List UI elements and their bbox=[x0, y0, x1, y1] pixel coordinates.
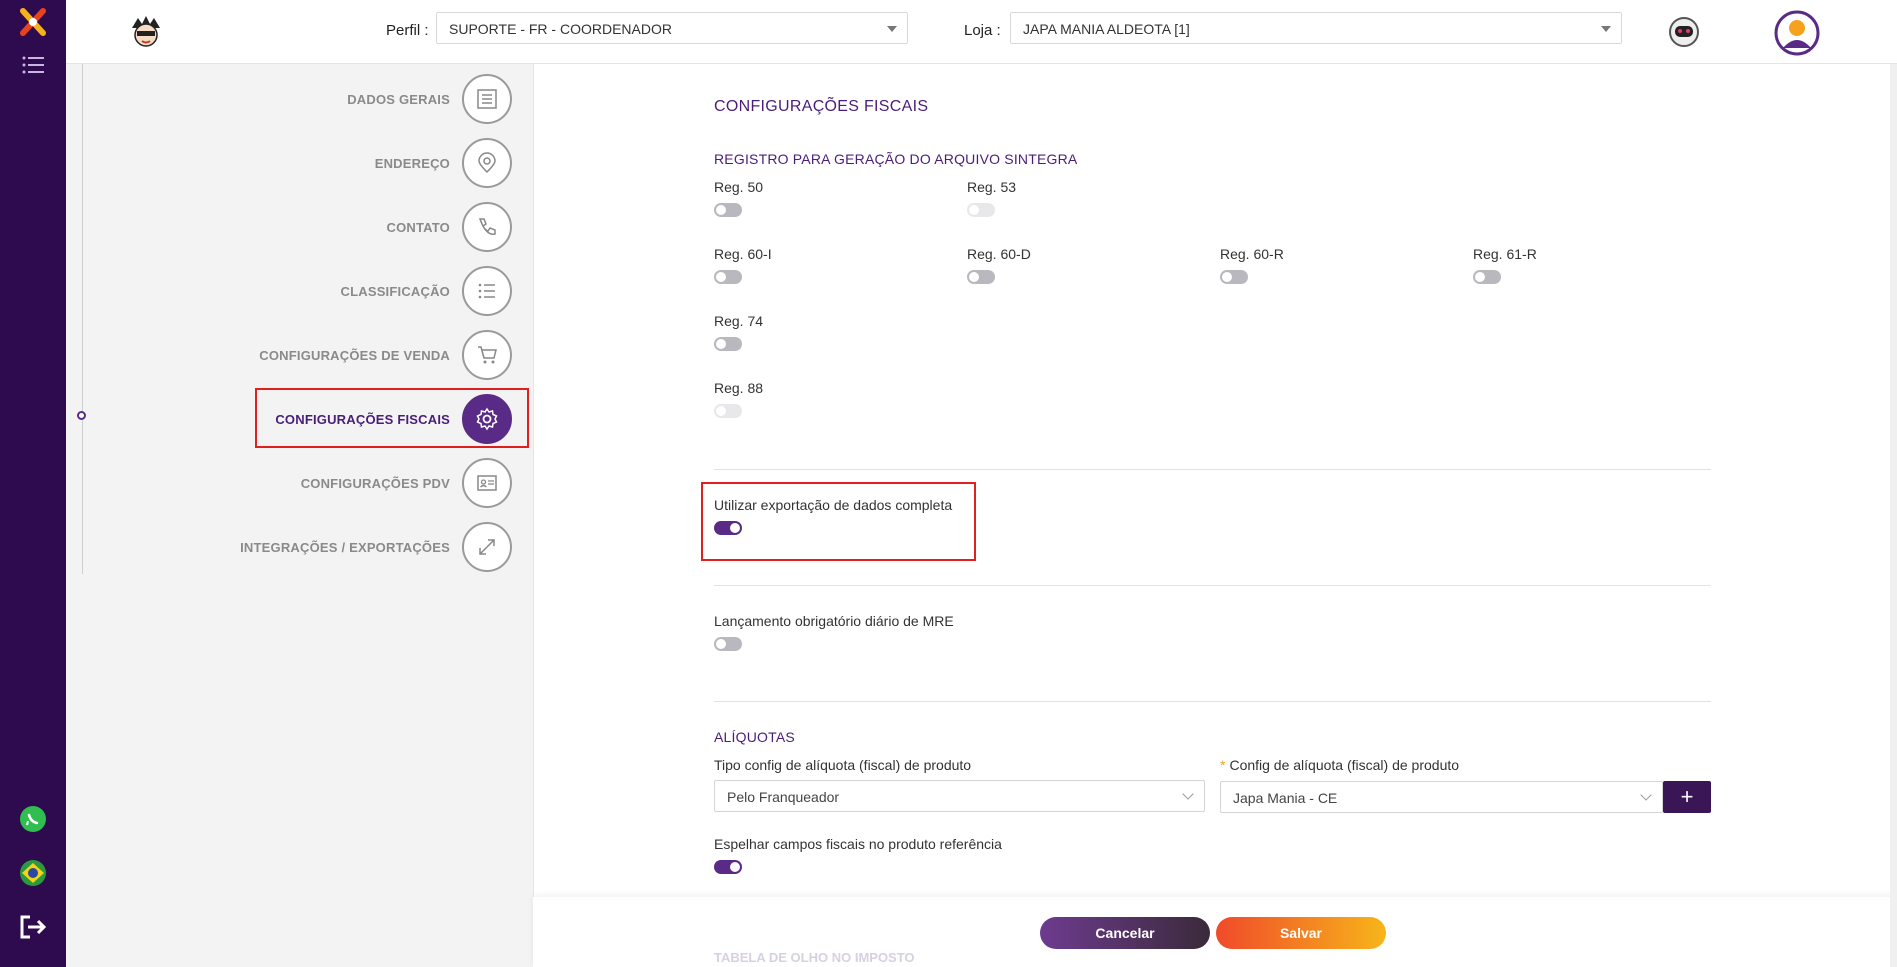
reg-60-i: Reg. 60-I bbox=[714, 246, 772, 289]
location-pin-icon bbox=[462, 138, 512, 188]
config-aliquota-value: Japa Mania - CE bbox=[1233, 790, 1338, 806]
config-aliquota-label-text: Config de alíquota (fiscal) de produto bbox=[1229, 757, 1460, 773]
espelhar-campos: Espelhar campos fiscais no produto refer… bbox=[714, 836, 1002, 879]
export-completa: Utilizar exportação de dados completa bbox=[714, 497, 952, 540]
mre-obrigatorio: Lançamento obrigatório diário de MRE bbox=[714, 613, 954, 656]
nav-item-dados-gerais[interactable]: DADOS GERAIS bbox=[347, 74, 512, 124]
nav-item-label: DADOS GERAIS bbox=[347, 91, 450, 107]
reg-61-r-toggle[interactable] bbox=[1473, 270, 1501, 284]
reg-50: Reg. 50 bbox=[714, 179, 763, 222]
mre-toggle[interactable] bbox=[714, 637, 742, 651]
reg-60-i-toggle[interactable] bbox=[714, 270, 742, 284]
phone-icon bbox=[462, 202, 512, 252]
user-avatar-icon[interactable] bbox=[1774, 10, 1820, 56]
export-completa-toggle[interactable] bbox=[714, 521, 742, 535]
reg-60-r-toggle[interactable] bbox=[1220, 270, 1248, 284]
reg-88-toggle[interactable] bbox=[714, 404, 742, 418]
aliquotas-title: ALÍQUOTAS bbox=[714, 729, 795, 745]
loja-label: Loja : bbox=[964, 22, 1001, 39]
nav-item-label: CLASSIFICAÇÃO bbox=[340, 283, 450, 299]
nav-timeline bbox=[82, 64, 83, 574]
required-marker: * bbox=[1220, 757, 1226, 773]
reg-74: Reg. 74 bbox=[714, 313, 763, 356]
nav-item-configuracoes-venda[interactable]: CONFIGURAÇÕES DE VENDA bbox=[259, 330, 512, 380]
perfil-value: SUPORTE - FR - COORDENADOR bbox=[449, 21, 672, 37]
config-aliquota-label: * Config de alíquota (fiscal) de produto bbox=[1220, 757, 1459, 773]
nav-item-label: CONFIGURAÇÕES DE VENDA bbox=[259, 347, 450, 363]
nav-item-integracoes-exportacoes[interactable]: INTEGRAÇÕES / EXPORTAÇÕES bbox=[240, 522, 512, 572]
menu-list-icon[interactable] bbox=[0, 50, 66, 80]
tipo-config-label: Tipo config de alíquota (fiscal) de prod… bbox=[714, 757, 972, 773]
scrollbar[interactable] bbox=[1890, 64, 1897, 967]
mascot-logo-icon bbox=[128, 14, 164, 50]
app-logo-icon[interactable] bbox=[0, 6, 66, 40]
chevron-down-icon bbox=[1601, 26, 1611, 32]
chevron-down-icon bbox=[1182, 788, 1194, 800]
nav-item-label: CONFIGURAÇÕES PDV bbox=[300, 475, 450, 491]
timeline-marker bbox=[77, 411, 86, 420]
sintegra-title: REGISTRO PARA GERAÇÃO DO ARQUIVO SINTEGR… bbox=[714, 151, 1078, 167]
perfil-select[interactable]: SUPORTE - FR - COORDENADOR bbox=[436, 12, 908, 44]
list-icon bbox=[462, 74, 512, 124]
id-card-icon bbox=[462, 458, 512, 508]
add-aliquota-button[interactable]: + bbox=[1663, 781, 1711, 813]
espelhar-label: Espelhar campos fiscais no produto refer… bbox=[714, 836, 1002, 852]
chevron-down-icon bbox=[1640, 789, 1652, 801]
reg-53: Reg. 53 bbox=[967, 179, 1016, 222]
chevron-down-icon bbox=[887, 26, 897, 32]
reg-label: Reg. 60-I bbox=[714, 246, 772, 262]
reg-label: Reg. 74 bbox=[714, 313, 764, 329]
astronaut-icon[interactable] bbox=[1666, 14, 1702, 50]
config-aliquota-select[interactable]: Japa Mania - CE bbox=[1220, 781, 1663, 813]
reg-74-toggle[interactable] bbox=[714, 337, 742, 351]
reg-label: Reg. 50 bbox=[714, 179, 764, 195]
divider bbox=[714, 469, 1711, 470]
nav-item-configuracoes-pdv[interactable]: CONFIGURAÇÕES PDV bbox=[301, 458, 512, 508]
reg-60-d: Reg. 60-D bbox=[967, 246, 1031, 289]
tipo-config-value: Pelo Franqueador bbox=[727, 789, 840, 805]
loja-value: JAPA MANIA ALDEOTA [1] bbox=[1023, 21, 1190, 37]
bullet-list-icon bbox=[462, 266, 512, 316]
cancel-button[interactable]: Cancelar bbox=[1040, 917, 1210, 949]
expand-icon bbox=[462, 522, 512, 572]
left-rail bbox=[0, 0, 66, 967]
mre-label: Lançamento obrigatório diário de MRE bbox=[714, 613, 954, 629]
nav-item-classificacao[interactable]: CLASSIFICAÇÃO bbox=[340, 266, 512, 316]
highlight-box-nav bbox=[255, 388, 529, 448]
divider bbox=[714, 585, 1711, 586]
section-nav: DADOS GERAIS ENDEREÇO CONTATO CLASSIFICA… bbox=[66, 64, 533, 967]
reg-60-r: Reg. 60-R bbox=[1220, 246, 1284, 289]
reg-60-d-toggle[interactable] bbox=[967, 270, 995, 284]
perfil-label: Perfil : bbox=[386, 22, 429, 39]
faded-section-title: TABELA DE OLHO NO IMPOSTO bbox=[714, 950, 915, 965]
loja-select[interactable]: JAPA MANIA ALDEOTA [1] bbox=[1010, 12, 1622, 44]
nav-item-label: ENDEREÇO bbox=[374, 155, 450, 171]
cart-icon bbox=[462, 330, 512, 380]
whatsapp-icon[interactable] bbox=[0, 802, 66, 836]
tipo-config-select[interactable]: Pelo Franqueador bbox=[714, 780, 1205, 812]
save-button[interactable]: Salvar bbox=[1216, 917, 1386, 949]
nav-item-contato[interactable]: CONTATO bbox=[386, 202, 512, 252]
reg-53-toggle[interactable] bbox=[967, 203, 995, 217]
reg-61-r: Reg. 61-R bbox=[1473, 246, 1537, 289]
nav-item-label: CONTATO bbox=[386, 219, 450, 235]
reg-label: Reg. 88 bbox=[714, 380, 764, 396]
logout-icon[interactable] bbox=[0, 910, 66, 944]
divider bbox=[714, 701, 1711, 702]
reg-label: Reg. 60-D bbox=[967, 246, 1031, 262]
reg-50-toggle[interactable] bbox=[714, 203, 742, 217]
export-label: Utilizar exportação de dados completa bbox=[714, 497, 953, 513]
reg-label: Reg. 53 bbox=[967, 179, 1017, 195]
page-title: CONFIGURAÇÕES FISCAIS bbox=[714, 98, 929, 115]
brazil-flag-icon[interactable] bbox=[0, 856, 66, 890]
top-bar: Perfil : SUPORTE - FR - COORDENADOR Loja… bbox=[66, 0, 1897, 64]
nav-item-label: INTEGRAÇÕES / EXPORTAÇÕES bbox=[240, 539, 450, 555]
nav-item-endereco[interactable]: ENDEREÇO bbox=[375, 138, 512, 188]
reg-88: Reg. 88 bbox=[714, 380, 763, 423]
reg-label: Reg. 61-R bbox=[1473, 246, 1537, 262]
espelhar-toggle[interactable] bbox=[714, 860, 742, 874]
reg-label: Reg. 60-R bbox=[1220, 246, 1284, 262]
